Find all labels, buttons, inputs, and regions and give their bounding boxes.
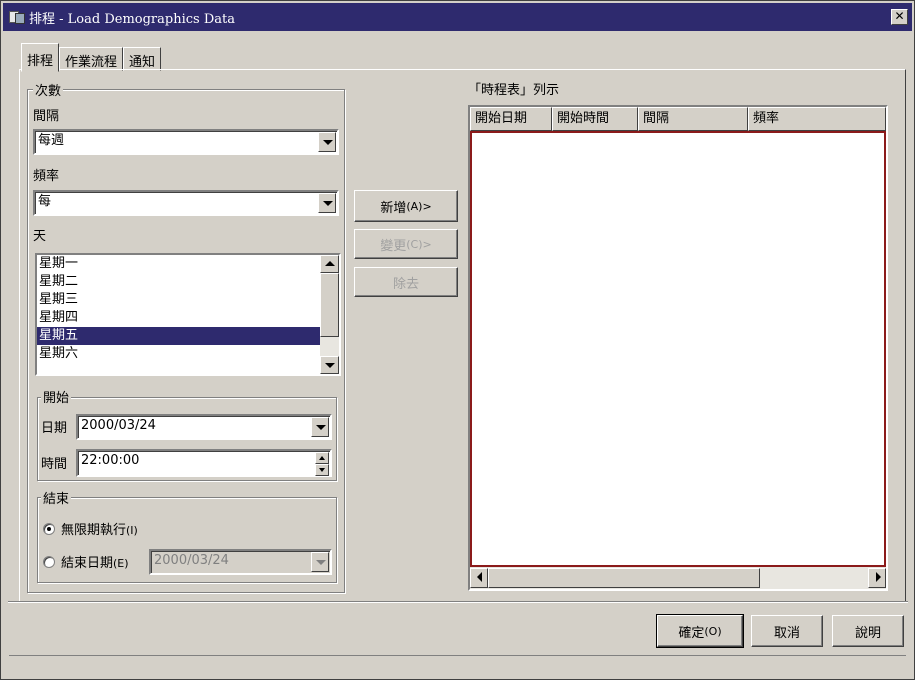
day-label: 天 xyxy=(33,229,47,244)
frequency-group-legend: 次數 xyxy=(33,80,64,99)
column-header-start-date[interactable]: 開始日期 xyxy=(470,107,552,131)
hscroll-thumb[interactable] xyxy=(488,568,760,588)
change-button-accel: (C) xyxy=(406,237,423,251)
window-title: 排程 - Load Demographics Data xyxy=(29,11,235,27)
list-item[interactable]: 星期二 xyxy=(37,273,320,291)
list-item[interactable]: 星期三 xyxy=(37,291,320,309)
chevron-down-icon[interactable] xyxy=(318,132,336,152)
start-time-label: 時間 xyxy=(41,457,68,472)
day-list-scrollbar[interactable] xyxy=(320,255,339,374)
chevron-down-icon[interactable] xyxy=(311,417,329,437)
tab-strip: 排程 作業流程 通知 xyxy=(21,41,162,72)
change-button[interactable]: 變更 (C) > xyxy=(354,229,458,259)
list-item[interactable]: 星期一 xyxy=(37,255,320,273)
cancel-button[interactable]: 取消 xyxy=(751,615,823,647)
title-bar[interactable]: 排程 - Load Demographics Data ✕ xyxy=(3,3,912,31)
add-button-suffix: > xyxy=(422,199,432,213)
unlimited-radio[interactable] xyxy=(43,523,55,535)
scroll-right-icon[interactable] xyxy=(868,568,886,588)
end-date-accel: (E) xyxy=(113,557,129,570)
close-icon[interactable]: ✕ xyxy=(891,9,908,25)
ok-button-label: 確定 xyxy=(678,625,705,641)
frequency-select[interactable]: 每 xyxy=(33,190,339,216)
frequency-value: 每 xyxy=(38,194,52,209)
frequency-label: 頻率 xyxy=(33,169,60,184)
status-bar xyxy=(9,655,906,677)
end-date-text: 結束日期 xyxy=(61,556,114,571)
end-date-value: 2000/03/24 xyxy=(154,553,229,568)
time-spinner[interactable] xyxy=(315,452,329,476)
start-date-label: 日期 xyxy=(41,421,68,436)
end-date-label[interactable]: 結束日期(E) xyxy=(61,552,129,571)
tab-workflow[interactable]: 作業流程 xyxy=(59,47,124,71)
remove-button-label: 除去 xyxy=(392,276,419,292)
ok-button[interactable]: 確定 (O) xyxy=(656,614,744,648)
scroll-up-icon[interactable] xyxy=(320,255,339,273)
unlimited-text: 無限期執行 xyxy=(61,523,127,538)
day-listbox[interactable]: 星期一 星期二 星期三 星期四 星期五 星期六 xyxy=(35,253,341,376)
remove-button[interactable]: 除去 xyxy=(354,267,458,297)
chevron-down-icon[interactable] xyxy=(311,552,329,572)
spin-down-icon[interactable] xyxy=(315,464,329,476)
table-header: 開始日期 開始時間 間隔 頻率 xyxy=(470,107,886,131)
unlimited-label[interactable]: 無限期執行(I) xyxy=(61,519,138,538)
schedule-table[interactable]: 開始日期 開始時間 間隔 頻率 xyxy=(468,105,888,591)
schedule-list-title: 「時程表」列示 xyxy=(468,83,560,98)
tab-schedule[interactable]: 排程 xyxy=(21,43,60,72)
column-header-start-time[interactable]: 開始時間 xyxy=(552,107,638,131)
scroll-down-icon[interactable] xyxy=(320,356,339,374)
table-body[interactable] xyxy=(470,131,886,567)
schedule-dialog: 排程 - Load Demographics Data ✕ 排程 作業流程 通知… xyxy=(0,0,915,680)
end-group-legend: 結束 xyxy=(41,488,72,507)
add-button[interactable]: 新增 (A) > xyxy=(354,190,458,222)
end-date-picker[interactable]: 2000/03/24 xyxy=(149,549,332,575)
scroll-thumb[interactable] xyxy=(320,273,339,337)
start-time-field[interactable]: 22:00:00 xyxy=(76,449,332,477)
help-button[interactable]: 說明 xyxy=(832,615,904,647)
list-item[interactable]: 星期六 xyxy=(37,345,320,363)
chevron-down-icon[interactable] xyxy=(318,193,336,213)
footer-separator xyxy=(8,601,908,603)
interval-value: 每週 xyxy=(38,133,65,148)
help-button-label: 說明 xyxy=(854,625,881,641)
start-group-legend: 開始 xyxy=(41,387,72,406)
unlimited-accel: (I) xyxy=(126,524,138,537)
spin-up-icon[interactable] xyxy=(315,452,329,464)
change-button-suffix: > xyxy=(422,237,432,251)
add-button-label: 新增 xyxy=(380,200,407,216)
cancel-button-label: 取消 xyxy=(773,625,800,641)
add-button-accel: (A) xyxy=(406,199,423,213)
table-hscrollbar[interactable] xyxy=(470,567,886,589)
list-item[interactable]: 星期四 xyxy=(37,309,320,327)
start-time-value: 22:00:00 xyxy=(81,453,140,468)
list-item-selected[interactable]: 星期五 xyxy=(37,327,320,345)
start-date-value: 2000/03/24 xyxy=(81,418,156,433)
interval-label: 間隔 xyxy=(33,109,60,124)
app-icon xyxy=(9,9,25,25)
ok-button-accel: (O) xyxy=(704,624,722,638)
end-date-radio[interactable] xyxy=(43,556,55,568)
scroll-left-icon[interactable] xyxy=(470,568,488,588)
column-header-interval[interactable]: 間隔 xyxy=(638,107,748,131)
column-header-frequency[interactable]: 頻率 xyxy=(748,107,886,131)
interval-select[interactable]: 每週 xyxy=(33,129,339,155)
start-date-picker[interactable]: 2000/03/24 xyxy=(76,414,332,440)
change-button-label: 變更 xyxy=(380,238,407,254)
tab-notification[interactable]: 通知 xyxy=(123,47,162,71)
